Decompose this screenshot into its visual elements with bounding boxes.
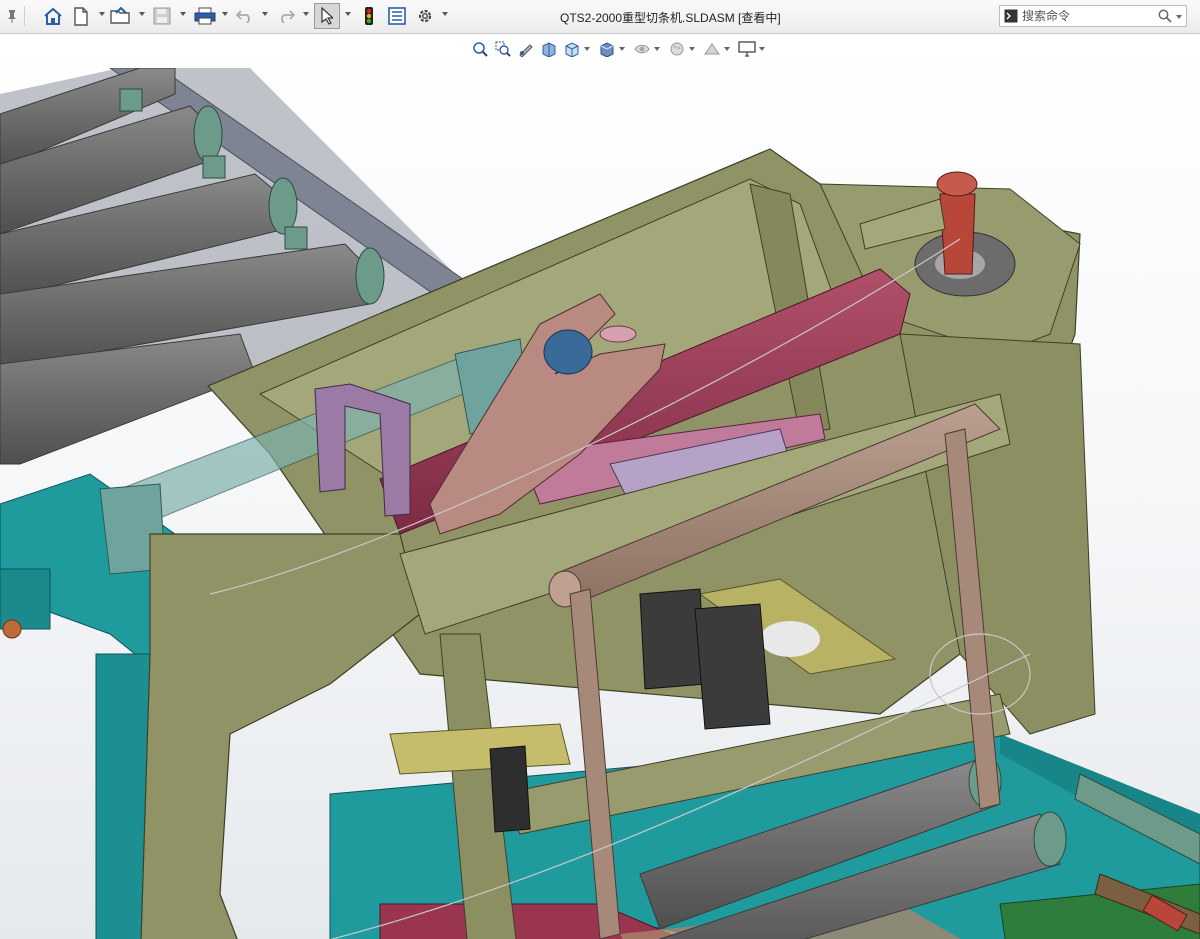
redo-icon[interactable] — [276, 4, 296, 28]
edit-appearance-dropdown-icon[interactable] — [689, 47, 695, 51]
edit-appearance-icon[interactable] — [667, 40, 686, 59]
undo-dropdown-icon[interactable] — [262, 12, 268, 16]
apply-scene-dropdown-icon[interactable] — [724, 47, 730, 51]
apply-scene-icon[interactable] — [702, 40, 721, 59]
heads-up-view-toolbar — [470, 38, 768, 60]
search-dropdown-icon[interactable] — [1176, 15, 1182, 19]
view-orientation-dropdown-icon[interactable] — [584, 47, 590, 51]
search-icon[interactable] — [1158, 9, 1172, 28]
file-properties-icon[interactable] — [386, 4, 408, 28]
hide-show-dropdown-icon[interactable] — [654, 47, 660, 51]
print-icon[interactable] — [193, 4, 217, 28]
window-title: QTS2-2000重型切条机.SLDASM [查看中] — [560, 11, 781, 25]
rebuild-traffic-light-icon[interactable] — [361, 4, 377, 28]
options-gear-icon[interactable] — [414, 4, 436, 28]
pin-icon[interactable] — [4, 4, 20, 28]
open-dropdown-icon[interactable] — [139, 12, 145, 16]
command-prompt-icon — [1004, 9, 1018, 28]
view-settings-icon[interactable] — [737, 40, 756, 59]
display-style-dropdown-icon[interactable] — [619, 47, 625, 51]
redo-dropdown-icon[interactable] — [303, 12, 309, 16]
zoom-to-area-icon[interactable] — [493, 40, 512, 59]
graphics-viewport[interactable] — [0, 34, 1200, 939]
quick-access-toolbar: QTS2-2000重型切条机.SLDASM [查看中] — [0, 0, 1200, 34]
undo-icon[interactable] — [235, 4, 255, 28]
select-dropdown-icon[interactable] — [345, 12, 351, 16]
zoom-to-fit-icon[interactable] — [470, 40, 489, 59]
new-dropdown-icon[interactable] — [99, 12, 105, 16]
select-pointer-icon[interactable] — [314, 3, 340, 29]
save-dropdown-icon[interactable] — [180, 12, 186, 16]
previous-view-icon[interactable] — [516, 40, 535, 59]
home-icon[interactable] — [42, 4, 64, 28]
display-style-icon[interactable] — [597, 40, 616, 59]
save-icon[interactable] — [151, 4, 173, 28]
search-commands-input[interactable] — [1022, 7, 1152, 25]
view-settings-dropdown-icon[interactable] — [759, 47, 765, 51]
section-view-icon[interactable] — [539, 40, 558, 59]
new-document-icon[interactable] — [71, 4, 91, 28]
hide-show-items-icon[interactable] — [632, 40, 651, 59]
print-dropdown-icon[interactable] — [222, 12, 228, 16]
view-orientation-icon[interactable] — [562, 40, 581, 59]
command-search-box[interactable] — [999, 5, 1187, 27]
open-folder-icon[interactable] — [110, 4, 132, 28]
assembly-model[interactable] — [0, 68, 1200, 939]
options-dropdown-icon[interactable] — [442, 12, 448, 16]
